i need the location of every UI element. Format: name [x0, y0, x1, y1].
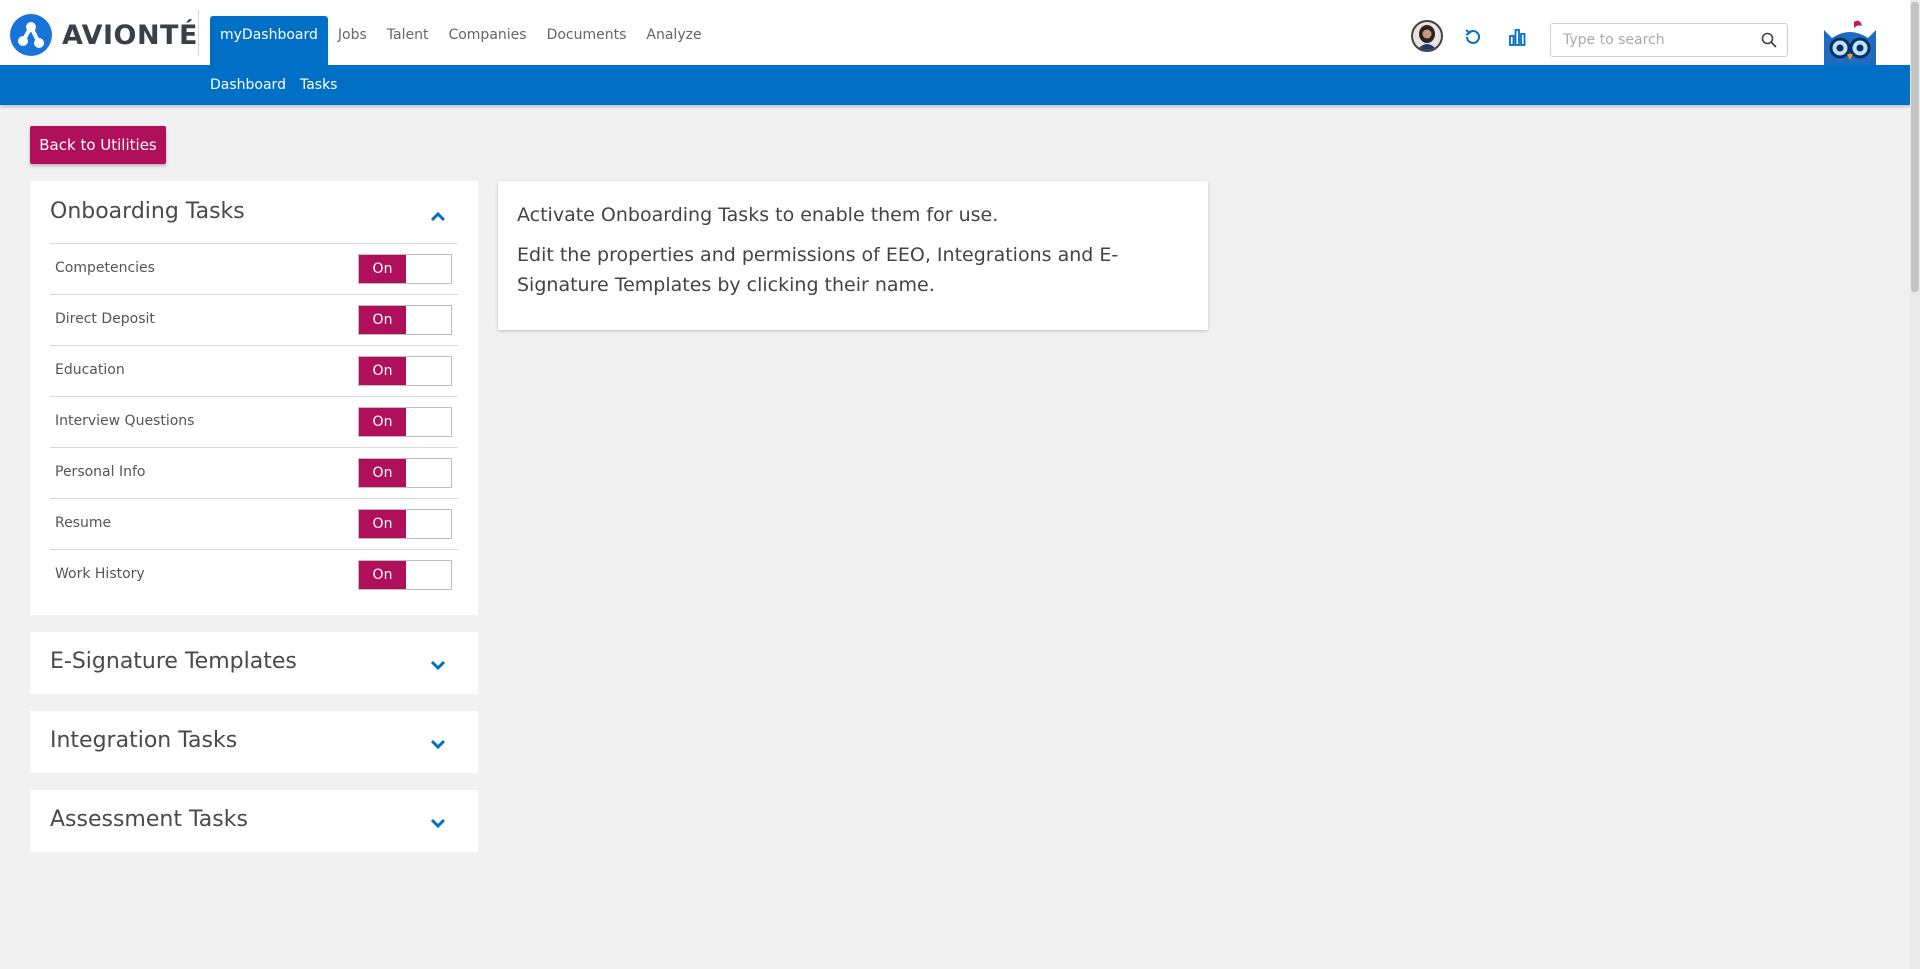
nav-item-documents[interactable]: Documents [537, 16, 637, 65]
e-signature-templates-panel[interactable]: E-Signature Templates [30, 632, 478, 694]
integration-tasks-panel[interactable]: Integration Tasks [30, 711, 478, 773]
task-label[interactable]: Direct Deposit [55, 311, 155, 327]
task-label[interactable]: Resume [55, 515, 111, 531]
onboarding-tasks-panel: Onboarding Tasks Competencies On Direct … [30, 181, 478, 615]
toggle-on-label: On [359, 561, 406, 589]
header-divider [198, 10, 199, 56]
owl-mascot-icon[interactable] [1818, 18, 1882, 65]
task-toggle[interactable]: On [358, 560, 452, 590]
nav-item-companies[interactable]: Companies [438, 16, 536, 65]
task-toggle[interactable]: On [358, 356, 452, 386]
logo-text: AVIONTÉ [62, 19, 198, 51]
task-toggle[interactable]: On [358, 254, 452, 284]
page-scrollbar[interactable] [1910, 0, 1920, 969]
task-toggle[interactable]: On [358, 407, 452, 437]
task-row-competencies: Competencies On [50, 243, 458, 294]
task-toggle[interactable]: On [358, 509, 452, 539]
toggle-off-area [406, 357, 451, 385]
task-label[interactable]: Interview Questions [55, 413, 194, 429]
nav-item-talent[interactable]: Talent [377, 16, 439, 65]
refresh-icon[interactable] [1464, 28, 1482, 50]
subnav-dashboard[interactable]: Dashboard [210, 77, 286, 93]
user-avatar[interactable] [1411, 20, 1443, 52]
toggle-on-label: On [359, 510, 406, 538]
toggle-off-area [406, 306, 451, 334]
info-text-activate: Activate Onboarding Tasks to enable them… [517, 204, 999, 226]
search-box [1550, 23, 1788, 57]
search-icon[interactable] [1761, 32, 1777, 52]
chevron-down-icon[interactable] [430, 735, 446, 754]
chevron-down-icon[interactable] [430, 814, 446, 833]
toggle-off-area [406, 459, 451, 487]
scrollbar-thumb[interactable] [1911, 2, 1919, 292]
chevron-down-icon[interactable] [430, 656, 446, 675]
subnav-tasks[interactable]: Tasks [300, 77, 338, 93]
chevron-up-icon[interactable] [430, 207, 446, 226]
toggle-on-label: On [359, 306, 406, 334]
toggle-on-label: On [359, 459, 406, 487]
task-row-personal-info: Personal Info On [50, 447, 458, 498]
search-input[interactable] [1551, 24, 1751, 56]
top-header: AVIONTÉ myDashboard Jobs Talent Companie… [0, 0, 1910, 65]
task-toggle[interactable]: On [358, 305, 452, 335]
task-label[interactable]: Personal Info [55, 464, 145, 480]
task-row-direct-deposit: Direct Deposit On [50, 294, 458, 345]
nav-item-mydashboard[interactable]: myDashboard [210, 16, 328, 65]
logo[interactable]: AVIONTÉ [10, 14, 198, 56]
task-label[interactable]: Work History [55, 566, 145, 582]
task-row-education: Education On [50, 345, 458, 396]
integration-tasks-title[interactable]: Integration Tasks [50, 728, 237, 753]
assessment-tasks-panel[interactable]: Assessment Tasks [30, 790, 478, 852]
main-nav: myDashboard Jobs Talent Companies Docume… [210, 16, 712, 65]
nav-item-jobs[interactable]: Jobs [328, 16, 377, 65]
toggle-on-label: On [359, 357, 406, 385]
toggle-off-area [406, 408, 451, 436]
info-text-edit: Edit the properties and permissions of E… [517, 244, 1119, 296]
onboarding-task-list: Competencies On Direct Deposit On Educat… [50, 243, 458, 600]
task-row-interview-questions: Interview Questions On [50, 396, 458, 447]
toggle-on-label: On [359, 408, 406, 436]
logo-mark-icon [10, 14, 52, 56]
sub-nav: Dashboard Tasks [210, 65, 351, 105]
e-signature-templates-title[interactable]: E-Signature Templates [50, 649, 297, 674]
nav-item-analyze[interactable]: Analyze [636, 16, 711, 65]
task-toggle[interactable]: On [358, 458, 452, 488]
task-label[interactable]: Competencies [55, 260, 155, 276]
back-to-utilities-button[interactable]: Back to Utilities [30, 126, 166, 164]
onboarding-tasks-title[interactable]: Onboarding Tasks [50, 199, 245, 224]
task-row-resume: Resume On [50, 498, 458, 549]
toggle-off-area [406, 561, 451, 589]
task-row-work-history: Work History On [50, 549, 458, 600]
sub-nav-bar: Dashboard Tasks [0, 65, 1910, 105]
bar-chart-icon[interactable] [1508, 28, 1526, 50]
assessment-tasks-title[interactable]: Assessment Tasks [50, 807, 248, 832]
toggle-off-area [406, 255, 451, 283]
toggle-off-area [406, 510, 451, 538]
toggle-on-label: On [359, 255, 406, 283]
task-label[interactable]: Education [55, 362, 125, 378]
info-box: Activate Onboarding Tasks to enable them… [498, 181, 1208, 330]
